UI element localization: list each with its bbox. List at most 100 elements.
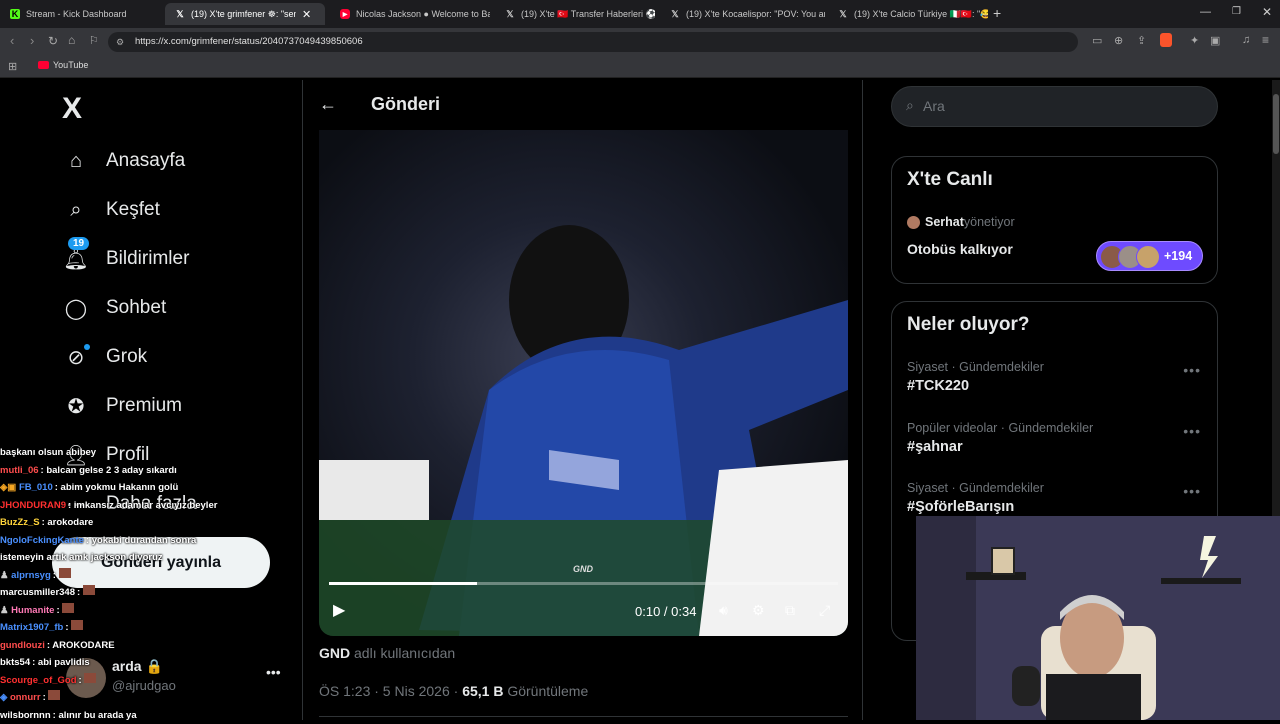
forward-icon[interactable]: › xyxy=(30,33,34,48)
apps-grid-icon[interactable]: ⊞ xyxy=(8,60,17,73)
new-tab-button[interactable]: + xyxy=(993,5,1001,21)
webcam-frame xyxy=(916,516,1280,720)
trend-meta: Popüler videolar · Gündemdekiler xyxy=(907,421,1207,435)
browser-tab[interactable]: 𝕏 (19) X'te 🇹🇷 Transfer Haberleri ⚽: " xyxy=(495,3,655,25)
browser-tab-bar: K Stream - Kick Dashboard 𝕏 (19) X'te gr… xyxy=(0,0,1280,28)
maximize-icon[interactable]: ❐ xyxy=(1232,6,1241,17)
x-icon: 𝕏 xyxy=(505,9,515,19)
trend-more-icon[interactable]: ••• xyxy=(1183,362,1201,378)
reload-icon[interactable]: ↻ xyxy=(48,34,58,48)
chat-line: mutli_06: balcan gelse 2 3 aday sıkardı xyxy=(0,462,300,480)
trend-meta: Siyaset · Gündemdekiler xyxy=(907,360,1207,374)
chat-line: Scourge_of_God: xyxy=(0,672,300,690)
trend-item[interactable]: Siyaset · Gündemdekiler #TCK220 xyxy=(907,360,1207,394)
video-player[interactable]: GND ▶ 0:10 / 0:34 🔊︎ ⚙ ⧉ ⤢ xyxy=(319,130,848,636)
search-input[interactable]: ⌕ Ara xyxy=(891,86,1218,127)
bell-icon: 🔔︎ 19 xyxy=(62,245,90,273)
stream-chat-overlay: başkanı olsun abibey mutli_06: balcan ge… xyxy=(0,444,300,720)
search-icon: ⌕ xyxy=(906,97,914,114)
video-time: 0:10 / 0:34 xyxy=(635,604,696,619)
sidebar-item-notifications[interactable]: 🔔︎ 19 Bildirimler xyxy=(62,241,189,277)
scrollbar-thumb[interactable] xyxy=(1273,94,1279,154)
minimize-icon[interactable]: — xyxy=(1200,6,1211,18)
bookmark-icon[interactable]: ⚐ xyxy=(89,34,99,47)
url-field[interactable]: ⚙ https://x.com/grimfener/status/2040737… xyxy=(108,32,1078,52)
trend-meta: Siyaset · Gündemdekiler xyxy=(907,481,1207,495)
bookmark-youtube[interactable]: YouTube xyxy=(38,60,88,70)
tab-label: Nicolas Jackson ● Welcome to Bayer xyxy=(356,9,490,19)
post-column: ← Gönderi GND ▶ 0:10 / 0:34 🔊︎ ⚙ ⧉ ⤢ xyxy=(302,80,863,720)
chat-line: BuzZz_S: arokodare xyxy=(0,514,300,532)
sidebar-item-grok[interactable]: ⊘ Grok xyxy=(62,339,147,375)
x-icon: 𝕏 xyxy=(838,9,848,19)
zoom-icon[interactable]: ⊕ xyxy=(1114,34,1123,47)
volume-icon[interactable]: 🔊︎ xyxy=(719,602,728,619)
grok-icon: ⊘ xyxy=(62,343,90,371)
browser-tab[interactable]: 𝕏 (19) X'te Kocaelispor: "POV: You are a xyxy=(660,3,825,25)
site-info-icon[interactable]: ⚙ xyxy=(116,32,124,52)
media-icon[interactable]: ♫ xyxy=(1242,34,1250,46)
tab-label: (19) X'te Kocaelispor: "POV: You are a xyxy=(686,9,825,19)
listeners-pill[interactable]: +194 xyxy=(1096,241,1203,271)
browser-tab-active[interactable]: 𝕏 (19) X'te grimfener ☸: "seneye o ✕ xyxy=(165,3,325,25)
address-toolbar: ‹ › ↻ ⌂ ⚐ ⚙ https://x.com/grimfener/stat… xyxy=(0,28,1280,56)
trend-more-icon[interactable]: ••• xyxy=(1183,483,1201,499)
emote-icon xyxy=(83,585,95,595)
chat-line: marcusmiller348: xyxy=(0,584,300,602)
wallet-icon[interactable]: ▣ xyxy=(1210,34,1220,47)
video-attribution: GND adlı kullanıcıdan xyxy=(319,645,455,661)
kick-icon: K xyxy=(10,9,20,19)
sidebar-item-home[interactable]: ⌂ Anasayfa xyxy=(62,143,185,179)
chat-line: NgoloFckingKante: yokabi durandan sonra xyxy=(0,532,300,550)
trend-more-icon[interactable]: ••• xyxy=(1183,423,1201,439)
play-icon[interactable]: ▶ xyxy=(333,600,345,620)
fullscreen-icon[interactable]: ⤢ xyxy=(819,602,830,619)
share-icon[interactable]: ⇪ xyxy=(1137,34,1146,47)
menu-icon[interactable]: ≡ xyxy=(1262,33,1269,47)
listener-count: +194 xyxy=(1164,249,1192,263)
video-frame xyxy=(319,130,848,636)
settings-icon[interactable]: ⚙ xyxy=(752,602,765,619)
tab-label: (19) X'te grimfener ☸: "seneye o xyxy=(191,9,296,20)
divider xyxy=(319,716,848,717)
home-browser-icon[interactable]: ⌂ xyxy=(68,33,75,47)
emote-icon xyxy=(62,603,74,613)
sidebar-item-label: Anasayfa xyxy=(106,150,185,172)
browser-tab[interactable]: K Stream - Kick Dashboard xyxy=(0,3,165,25)
x-icon: 𝕏 xyxy=(670,9,680,19)
live-card[interactable]: X'te Canlı Serhat yönetiyor Otobüs kalkı… xyxy=(891,156,1218,284)
chat-line: wilsbornnn: alınır bu arada ya xyxy=(0,707,300,724)
bookmark-label: YouTube xyxy=(53,60,88,70)
tab-label: Stream - Kick Dashboard xyxy=(26,9,127,19)
sidebar-item-explore[interactable]: ⌕ Keşfet xyxy=(62,192,160,228)
chat-line: başkanı olsun abibey xyxy=(0,444,300,462)
video-progress-fill xyxy=(329,582,477,585)
x-logo[interactable]: X xyxy=(62,92,82,126)
attribution-user[interactable]: GND xyxy=(319,645,350,661)
browser-tab[interactable]: 𝕏 (19) X'te Calcio Türkiye 🇮🇹🇹🇷: "😂 Bu s xyxy=(828,3,988,25)
close-window-icon[interactable]: ✕ xyxy=(1262,5,1272,19)
trend-title: #ŞoförleBarışın xyxy=(907,499,1207,515)
trend-item[interactable]: Popüler videolar · Gündemdekiler #şahnar xyxy=(907,421,1207,455)
video-progress-track[interactable] xyxy=(329,582,838,585)
sidebar-item-chat[interactable]: ◯ Sohbet xyxy=(62,290,166,326)
chat-line: ♟ alprnsyg: xyxy=(0,567,300,585)
chat-line: ◈ onnurr: xyxy=(0,689,300,707)
brave-shield-icon[interactable] xyxy=(1160,33,1172,47)
page-title: Gönderi xyxy=(371,94,440,115)
back-icon[interactable]: ‹ xyxy=(10,33,14,48)
browser-tab[interactable]: ▶ Nicolas Jackson ● Welcome to Bayer xyxy=(330,3,490,25)
trend-item[interactable]: Siyaset · Gündemdekiler #ŞoförleBarışın xyxy=(907,481,1207,515)
sidebar-item-premium[interactable]: ✪ Premium xyxy=(62,388,182,424)
trends-title: Neler oluyor? xyxy=(907,314,1029,336)
chat-bubble-icon: ◯ xyxy=(62,294,90,322)
pip-icon[interactable]: ⧉ xyxy=(785,602,795,619)
extensions-icon[interactable]: ✦ xyxy=(1190,34,1199,47)
sidebar-item-label: Premium xyxy=(106,395,182,417)
youtube-icon: ▶ xyxy=(340,9,350,19)
post-timestamp[interactable]: ÖS 1:23 · 5 Nis 2026 · xyxy=(319,683,462,699)
cast-icon[interactable]: ▭ xyxy=(1092,34,1102,47)
back-arrow-icon[interactable]: ← xyxy=(319,94,337,115)
close-tab-icon[interactable]: ✕ xyxy=(302,8,311,21)
trend-title: #TCK220 xyxy=(907,378,1207,394)
